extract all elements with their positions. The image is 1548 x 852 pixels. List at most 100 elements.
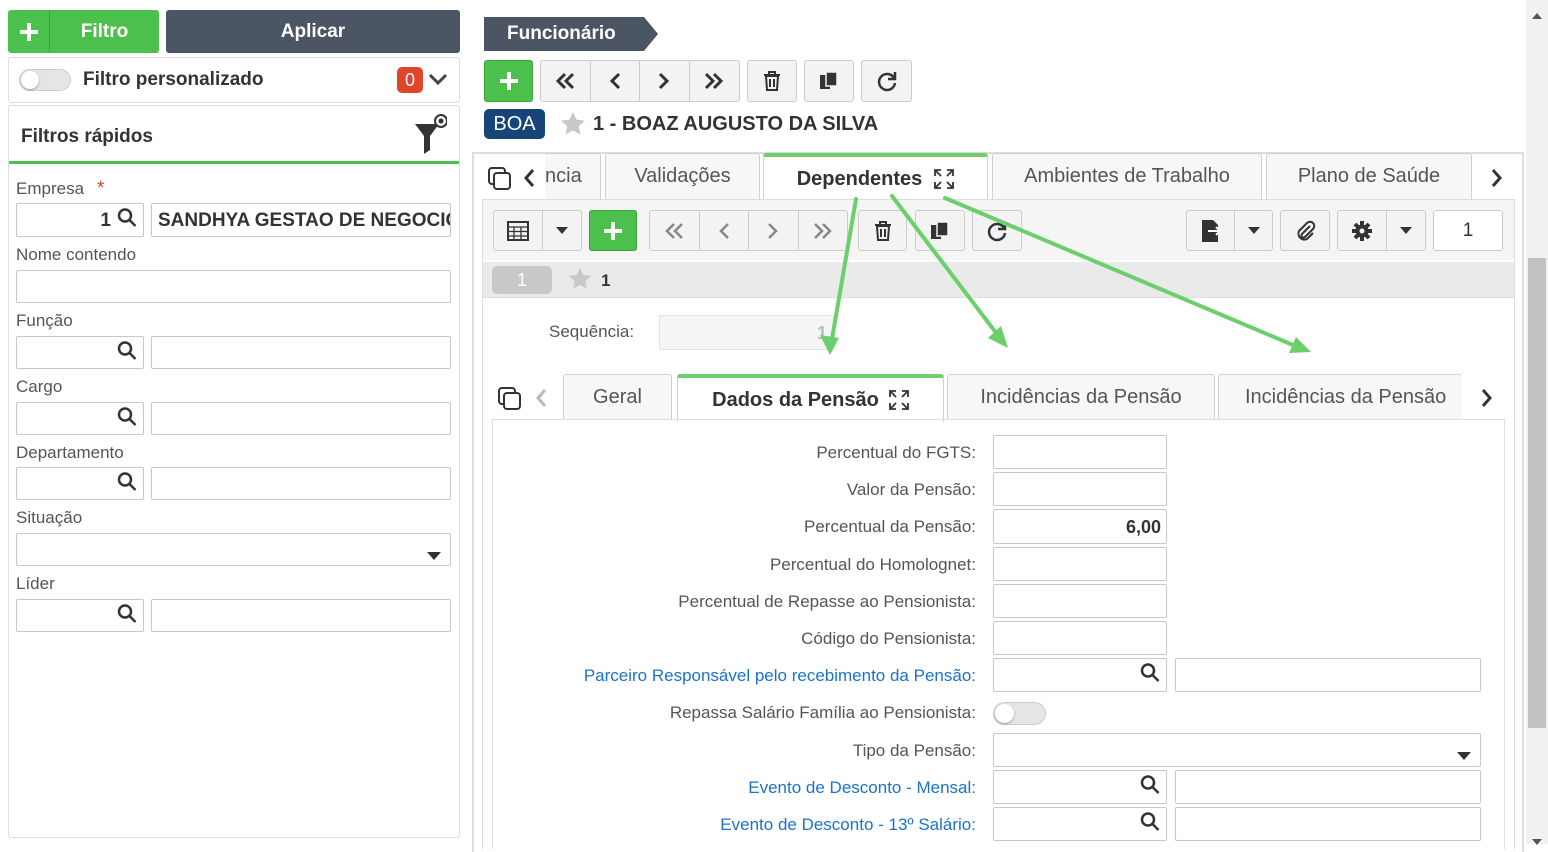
caret-down-icon xyxy=(1400,227,1413,234)
custom-filter-row: Filtro personalizado 0 xyxy=(8,57,460,103)
subtab-incidencias-pensao[interactable]: Incidências da Pensão xyxy=(947,374,1215,420)
quick-filters-header: Filtros rápidos xyxy=(9,106,459,164)
search-icon[interactable] xyxy=(117,406,137,431)
custom-filter-label: Filtro personalizado xyxy=(83,69,264,90)
chevron-down-icon[interactable] xyxy=(427,70,449,95)
repassa-salario-label: Repassa Salário Família ao Pensionista: xyxy=(669,703,976,722)
scroll-up-icon[interactable] xyxy=(1532,6,1542,24)
settings-dropdown-button[interactable] xyxy=(1387,211,1425,250)
valor-pensao-label: Valor da Pensão: xyxy=(846,480,976,499)
subtabs-scroll-right-icon[interactable] xyxy=(1479,387,1495,414)
apply-button[interactable]: Aplicar xyxy=(166,10,460,53)
settings-button[interactable] xyxy=(1338,211,1388,250)
tab-label: Incidências da Pensão xyxy=(980,386,1182,408)
evento-13-label[interactable]: Evento de Desconto - 13º Salário: xyxy=(720,815,976,835)
percentual-fgts-input[interactable] xyxy=(993,435,1167,469)
situacao-select[interactable] xyxy=(16,533,451,566)
caret-down-icon xyxy=(1457,747,1471,765)
tab-label: Plano de Saúde xyxy=(1297,165,1441,187)
lider-code-input[interactable] xyxy=(16,599,144,632)
settings-group xyxy=(1337,210,1426,251)
tipo-pensao-label: Tipo da Pensão: xyxy=(852,741,976,760)
situacao-label: Situação xyxy=(16,508,83,527)
paperclip-icon xyxy=(1297,220,1316,241)
evento-13-name-input[interactable] xyxy=(1175,807,1481,841)
departamento-label: Departamento xyxy=(16,443,124,462)
evento-mensal-name-input[interactable] xyxy=(1175,770,1481,804)
tab-plano-saude[interactable]: Plano de Saúde xyxy=(1266,153,1472,199)
refresh-dependente-button[interactable] xyxy=(972,210,1022,251)
pensao-form-labels: Percentual do FGTS: Valor da Pensão: Per… xyxy=(500,0,976,844)
export-dropdown-button[interactable] xyxy=(1235,211,1272,250)
cargo-label: Cargo xyxy=(16,377,63,396)
parceiro-name-input[interactable] xyxy=(1175,658,1481,692)
search-icon[interactable] xyxy=(1140,663,1160,688)
caret-down-icon xyxy=(427,547,441,565)
gear-icon xyxy=(1352,220,1373,241)
nome-input[interactable] xyxy=(16,270,451,303)
page-number: 1 xyxy=(1462,219,1474,241)
attachment-button[interactable] xyxy=(1280,210,1330,251)
search-icon[interactable] xyxy=(117,340,137,365)
empresa-name-input[interactable]: SANDHYA GESTAO DE NEGOCIOS xyxy=(151,203,451,237)
percentual-homolognet-input[interactable] xyxy=(993,547,1167,581)
search-icon[interactable] xyxy=(117,208,137,233)
percentual-pensao-input[interactable]: 6,00 xyxy=(993,509,1167,544)
tab-label: Incidências da Pensão xyxy=(1245,386,1447,408)
percentual-repasse-input[interactable] xyxy=(993,584,1167,618)
page-number-box[interactable]: 1 xyxy=(1433,210,1503,251)
departamento-name-input[interactable] xyxy=(151,467,451,500)
repassa-salario-toggle[interactable] xyxy=(993,702,1046,725)
tabs-scroll-right-icon[interactable] xyxy=(1489,167,1505,194)
evento-13-code-input[interactable] xyxy=(993,807,1167,841)
evento-mensal-code-input[interactable] xyxy=(993,770,1167,804)
plus-icon xyxy=(8,10,50,53)
empresa-label: Empresa xyxy=(16,179,85,198)
export-group xyxy=(1186,210,1273,251)
percentual-pensao-label: Percentual da Pensão: xyxy=(803,517,976,536)
search-icon[interactable] xyxy=(117,471,137,496)
tab-label: Ambientes de Trabalho xyxy=(1024,165,1230,187)
scrollbar-thumb[interactable] xyxy=(1528,258,1546,728)
search-icon[interactable] xyxy=(1140,775,1160,800)
valor-pensao-input[interactable] xyxy=(993,472,1167,506)
empresa-code-input[interactable]: 1 xyxy=(16,203,144,237)
search-icon[interactable] xyxy=(1140,812,1160,837)
lider-label: Líder xyxy=(16,574,55,593)
scroll-down-icon[interactable] xyxy=(1532,832,1542,850)
filter-count-badge: 0 xyxy=(397,67,423,93)
parceiro-label[interactable]: Parceiro Responsável pelo recebimento da… xyxy=(584,666,976,686)
cargo-name-input[interactable] xyxy=(151,402,451,435)
filter-button-label: Filtro xyxy=(80,20,129,42)
tab-ambientes-trabalho[interactable]: Ambientes de Trabalho xyxy=(992,153,1262,199)
codigo-pensionista-input[interactable] xyxy=(993,621,1167,655)
subtab-incidencias-pensao-2[interactable]: Incidências da Pensão xyxy=(1218,374,1462,420)
departamento-code-input[interactable] xyxy=(16,467,144,500)
tipo-pensao-select[interactable] xyxy=(993,733,1481,767)
search-icon[interactable] xyxy=(117,603,137,628)
evento-mensal-label[interactable]: Evento de Desconto - Mensal: xyxy=(748,778,976,798)
custom-filter-toggle[interactable] xyxy=(19,69,71,91)
percentual-repasse-label: Percentual de Repasse ao Pensionista: xyxy=(678,592,976,611)
refresh-icon xyxy=(987,221,1007,241)
parceiro-code-input[interactable] xyxy=(993,658,1167,692)
required-mark: * xyxy=(97,178,105,199)
funcao-name-input[interactable] xyxy=(151,336,451,369)
caret-down-icon xyxy=(1247,227,1260,234)
add-filter-button[interactable]: Filtro xyxy=(8,10,159,53)
empresa-name-value: SANDHYA GESTAO DE NEGOCIOS xyxy=(158,210,451,231)
filter-settings-icon[interactable] xyxy=(413,114,448,161)
export-button[interactable] xyxy=(1187,211,1236,250)
nome-label: Nome contendo xyxy=(16,245,137,264)
scrollbar[interactable] xyxy=(1526,0,1548,845)
empresa-code-value: 1 xyxy=(100,210,111,231)
export-file-icon xyxy=(1201,219,1222,242)
lider-name-input[interactable] xyxy=(151,599,451,632)
funcao-code-input[interactable] xyxy=(16,336,144,369)
funcao-label: Função xyxy=(16,311,73,330)
quick-filters-title: Filtros rápidos xyxy=(21,126,153,147)
percentual-fgts-label: Percentual do FGTS: xyxy=(816,443,976,462)
percentual-homolognet-label: Percentual do Homolognet: xyxy=(769,555,976,574)
cargo-code-input[interactable] xyxy=(16,402,144,435)
codigo-pensionista-label: Código do Pensionista: xyxy=(801,629,976,648)
